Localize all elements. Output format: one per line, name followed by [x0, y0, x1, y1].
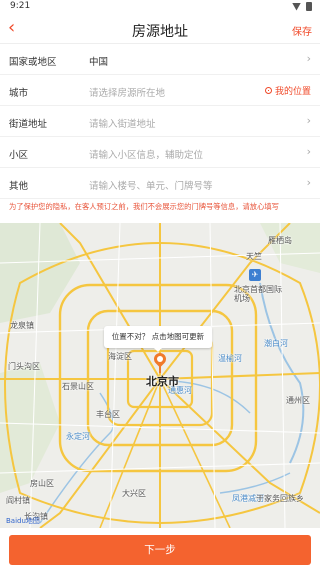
map-logo: Baidu地图 [6, 517, 40, 525]
country-value: 中国 [89, 57, 109, 68]
other-input[interactable]: 请输入楼号、单元、门牌号等 [89, 178, 213, 192]
street-input[interactable]: 请输入街道地址 [89, 116, 156, 130]
page-title: 房源地址 [132, 24, 188, 40]
city-map-label: 北京市 [146, 375, 179, 388]
country-label: 国家或地区 [9, 57, 57, 68]
save-button[interactable]: 保存 [292, 23, 312, 38]
wifi-icon [292, 2, 301, 11]
header: ‹ 房源地址 保存 [0, 14, 320, 44]
chevron-right-icon: › [306, 176, 311, 189]
my-location-label: 我的位置 [274, 87, 311, 97]
other-row[interactable]: 其他 请输入楼号、单元、门牌号等 › [0, 168, 320, 199]
city-input[interactable]: 请选择房源所在地 [89, 85, 165, 99]
chevron-right-icon: › [306, 114, 311, 127]
country-row[interactable]: 国家或地区 中国 › [0, 44, 320, 75]
map-view[interactable]: 雁栖岛 天竺 ✈ 北京首都国际机场 龙泉镇 海淀区 石景山区 门头沟区 丰台区 … [0, 223, 320, 528]
next-button[interactable]: 下一步 [9, 535, 311, 565]
map-label: 石景山区 [62, 382, 94, 391]
community-input[interactable]: 请输入小区信息，辅助定位 [89, 147, 203, 161]
community-row[interactable]: 小区 请输入小区信息，辅助定位 › [0, 137, 320, 168]
community-label: 小区 [9, 150, 29, 161]
map-label: 大兴区 [122, 489, 146, 498]
map-label: 通州区 [286, 396, 310, 405]
map-label: 天竺 [246, 252, 262, 261]
street-row[interactable]: 街道地址 请输入街道地址 › [0, 106, 320, 137]
battery-icon [306, 2, 312, 11]
street-label: 街道地址 [9, 119, 48, 130]
status-icons [292, 2, 312, 11]
map-label: 龙泉镇 [10, 321, 34, 330]
locate-icon [264, 87, 272, 94]
map-label: 温榆河 [218, 354, 242, 363]
map-label: 于家务回族乡 [256, 494, 304, 503]
chevron-right-icon: › [306, 52, 311, 65]
map-label: 房山区 [30, 479, 54, 488]
privacy-notice: 为了保护您的隐私，在客人预订之前，我们不会展示您的门牌号等信息，请放心填写 [9, 202, 279, 211]
map-label: 丰台区 [96, 410, 120, 419]
city-label: 城市 [9, 88, 29, 99]
map-label: 门头沟区 [8, 362, 40, 371]
map-label: 北京首都国际机场 [234, 285, 282, 303]
status-bar: 9:21 [0, 0, 320, 14]
chevron-right-icon: › [306, 145, 311, 158]
status-time: 9:21 [10, 1, 31, 11]
map-label: 海淀区 [108, 352, 132, 361]
address-form: 国家或地区 中国 › 城市 请选择房源所在地 我的位置 街道地址 请输入街道地址… [0, 44, 320, 199]
location-tip[interactable]: 位置不对？ 点击地图可更新 [104, 326, 212, 352]
map-label: 永定河 [66, 432, 90, 441]
my-location-button[interactable]: 我的位置 [264, 84, 311, 97]
map-label: 潮白河 [264, 339, 288, 348]
map-pin-tail [159, 365, 161, 373]
city-row[interactable]: 城市 请选择房源所在地 我的位置 [0, 75, 320, 106]
airport-icon: ✈ [249, 269, 261, 281]
map-label: 阎村镇 [6, 496, 30, 505]
other-label: 其他 [9, 181, 29, 192]
map-label: 雁栖岛 [268, 236, 292, 245]
